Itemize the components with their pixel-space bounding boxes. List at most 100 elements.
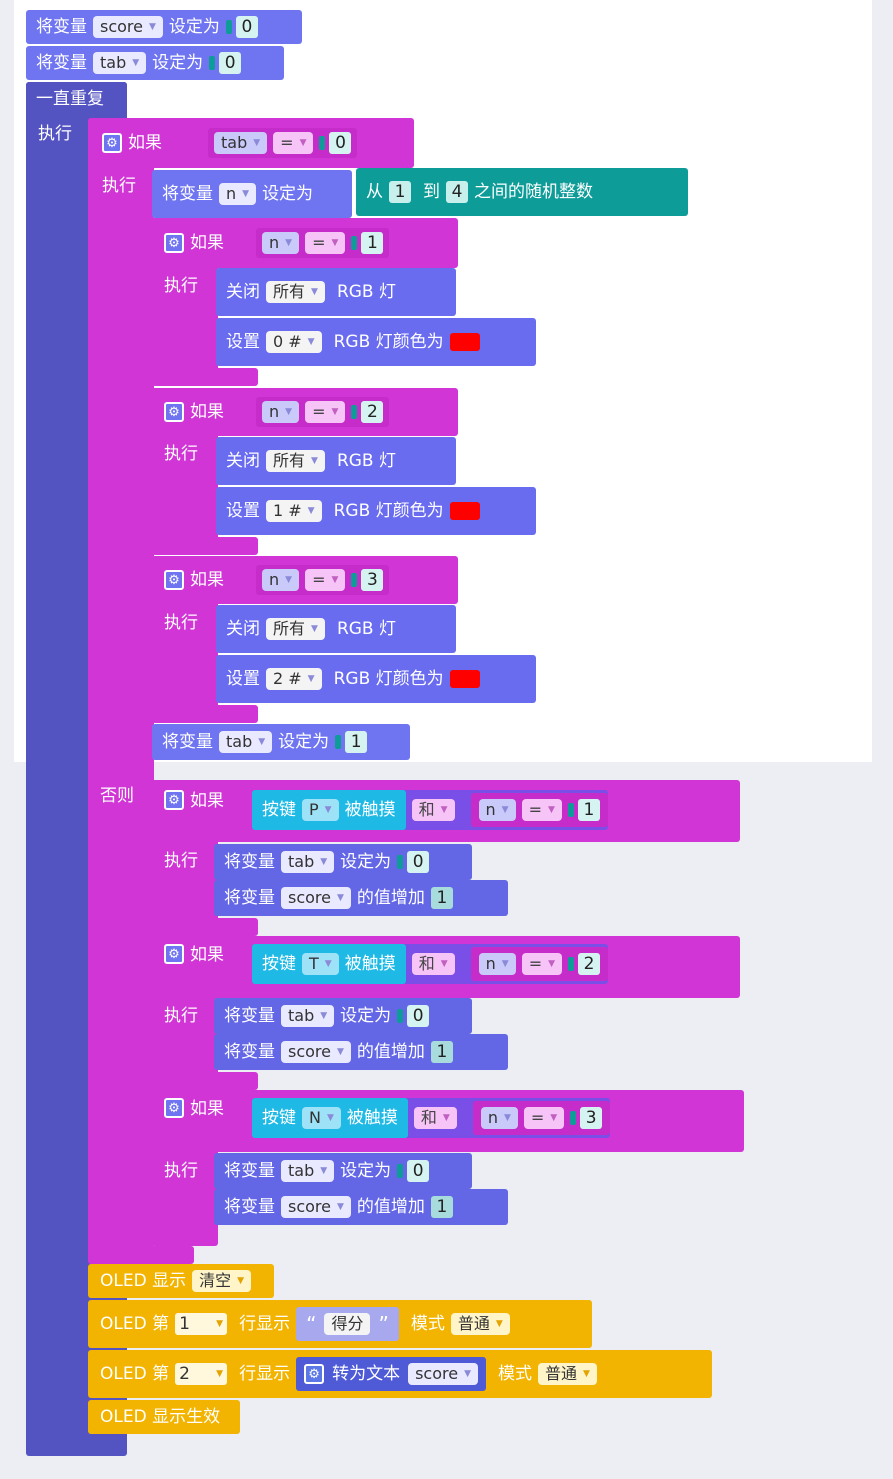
rgb-off-block[interactable]: 关闭 所有 ▼ RGB 灯 (216, 268, 456, 316)
variable-dropdown[interactable]: n ▼ (478, 953, 516, 975)
variable-dropdown[interactable]: tab ▼ (93, 52, 147, 74)
rgb-off-block[interactable]: 关闭 所有 ▼ RGB 灯 (216, 437, 456, 485)
increase-score-block[interactable]: 将变量 score ▼ 的值增加 1 (214, 880, 508, 916)
operator-dropdown[interactable]: = ▼ (523, 1107, 565, 1129)
if-header[interactable]: ⚙ 如果 n ▼ = ▼ 3 (152, 556, 458, 604)
button-touched-block[interactable]: 按键 T ▼ 被触摸 (252, 944, 406, 984)
logic-op-dropdown[interactable]: 和 ▼ (411, 953, 455, 975)
oled-mode-dropdown[interactable]: 普通 ▼ (538, 1363, 597, 1385)
button-touched-block[interactable]: 按键 N ▼ 被触摸 (252, 1098, 408, 1138)
set-tab-block[interactable]: 将变量 tab ▼ 设定为 0 (214, 998, 472, 1034)
compare-block[interactable]: n ▼ = ▼ 3 (256, 565, 390, 595)
variable-dropdown[interactable]: score ▼ (281, 1196, 351, 1218)
led-index-dropdown[interactable]: 1 # ▼ (266, 500, 322, 522)
number-input[interactable]: 3 (361, 569, 384, 591)
operator-dropdown[interactable]: = ▼ (305, 232, 346, 254)
text-block[interactable]: “ 得分 ” (296, 1307, 399, 1341)
to-text-block[interactable]: ⚙ 转为文本 score ▼ (296, 1357, 487, 1391)
max-input[interactable]: 4 (446, 181, 468, 203)
number-input[interactable]: 1 (361, 232, 384, 254)
operator-dropdown[interactable]: = ▼ (273, 132, 314, 154)
compare-block[interactable]: n ▼ = ▼ 3 (472, 1101, 611, 1135)
variable-dropdown[interactable]: n ▼ (262, 232, 300, 254)
variable-dropdown[interactable]: score ▼ (93, 16, 163, 38)
variable-dropdown[interactable]: score ▼ (281, 887, 351, 909)
variable-dropdown[interactable]: tab ▼ (281, 1160, 335, 1182)
number-input[interactable]: 0 (407, 1160, 430, 1182)
oled-apply-block[interactable]: OLED 显示生效 (88, 1400, 240, 1434)
gear-icon[interactable]: ⚙ (164, 570, 184, 590)
led-select-dropdown[interactable]: 所有 ▼ (266, 618, 325, 640)
compare-block[interactable]: n ▼ = ▼ 1 (470, 793, 608, 827)
color-swatch[interactable] (449, 670, 480, 688)
gear-icon[interactable]: ⚙ (164, 1098, 184, 1118)
led-index-dropdown[interactable]: 0 # ▼ (266, 331, 322, 353)
variable-dropdown[interactable]: n ▼ (219, 183, 257, 205)
oled-mode-dropdown[interactable]: 普通 ▼ (450, 1313, 510, 1335)
rgb-set-color-block[interactable]: 设置 1 # ▼ RGB 灯颜色为 (216, 487, 536, 535)
set-tab-block[interactable]: 将变量 tab ▼ 设定为 0 (214, 844, 472, 880)
and-block[interactable]: 按键 N ▼ 被触摸 和 ▼ n ▼ = ▼ 3 (252, 1098, 611, 1138)
variable-dropdown[interactable]: tab ▼ (219, 731, 273, 753)
variable-dropdown[interactable]: n ▼ (480, 1107, 518, 1129)
number-input[interactable]: 0 (407, 851, 430, 873)
number-input[interactable]: 0 (219, 52, 242, 74)
variable-dropdown[interactable]: n ▼ (262, 401, 300, 423)
oled-mode-dropdown[interactable]: 清空 ▼ (192, 1270, 252, 1292)
variable-dropdown[interactable]: score ▼ (281, 1041, 351, 1063)
logic-op-dropdown[interactable]: 和 ▼ (413, 1107, 457, 1129)
button-touched-block[interactable]: 按键 P ▼ 被触摸 (252, 790, 406, 830)
if-header[interactable]: ⚙ 如果 n ▼ = ▼ 1 (152, 218, 458, 268)
compare-block[interactable]: tab ▼ = ▼ 0 (208, 128, 358, 158)
gear-icon[interactable]: ⚙ (102, 133, 122, 153)
number-input[interactable]: 1 (430, 1196, 453, 1218)
led-select-dropdown[interactable]: 所有 ▼ (266, 450, 325, 472)
operator-dropdown[interactable]: = ▼ (521, 799, 562, 821)
key-dropdown[interactable]: N ▼ (302, 1107, 341, 1129)
operator-dropdown[interactable]: = ▼ (521, 953, 563, 975)
if-header[interactable]: ⚙ 如果 按键 T ▼ 被触摸 和 ▼ n ▼ = ▼ 2 (152, 936, 740, 998)
compare-block[interactable]: n ▼ = ▼ 2 (256, 397, 390, 427)
if-header[interactable]: ⚙ 如果 n ▼ = ▼ 2 (152, 388, 458, 436)
variable-dropdown[interactable]: tab ▼ (281, 851, 335, 873)
block-workspace[interactable]: 一直重复 执行 将变量 score ▼ 设定为 0 将变量 tab ▼ 设定为 0 … (0, 0, 893, 1479)
key-dropdown[interactable]: P ▼ (302, 799, 339, 821)
number-input[interactable]: 1 (345, 731, 368, 753)
and-block[interactable]: 按键 P ▼ 被触摸 和 ▼ n ▼ = ▼ 1 (252, 790, 608, 830)
gear-icon[interactable]: ⚙ (304, 1364, 325, 1384)
gear-icon[interactable]: ⚙ (164, 233, 184, 253)
oled-clear-block[interactable]: OLED 显示 清空 ▼ (88, 1264, 274, 1298)
increase-score-block[interactable]: 将变量 score ▼ 的值增加 1 (214, 1189, 508, 1225)
min-input[interactable]: 1 (389, 181, 411, 203)
variable-dropdown[interactable]: n ▼ (262, 569, 300, 591)
color-swatch[interactable] (449, 502, 480, 520)
variable-dropdown[interactable]: n ▼ (478, 799, 516, 821)
operator-dropdown[interactable]: = ▼ (305, 401, 346, 423)
if-main-header[interactable]: ⚙ 如果 tab ▼ = ▼ 0 (88, 118, 414, 168)
if-else-block[interactable] (88, 118, 154, 1260)
logic-op-dropdown[interactable]: 和 ▼ (411, 799, 455, 821)
gear-icon[interactable]: ⚙ (164, 402, 184, 422)
if-header[interactable]: ⚙ 如果 按键 N ▼ 被触摸 和 ▼ n ▼ = ▼ 3 (152, 1090, 744, 1152)
gear-icon[interactable]: ⚙ (164, 944, 184, 964)
number-input[interactable]: 1 (430, 1041, 453, 1063)
variable-dropdown[interactable]: tab ▼ (214, 132, 268, 154)
number-input[interactable]: 1 (577, 799, 600, 821)
set-tab-block[interactable]: 将变量 tab ▼ 设定为 0 (214, 1153, 472, 1189)
operator-dropdown[interactable]: = ▼ (305, 569, 346, 591)
forever-loop-header[interactable]: 一直重复 (26, 82, 127, 116)
variable-dropdown[interactable]: score ▼ (408, 1363, 479, 1385)
variable-dropdown[interactable]: tab ▼ (281, 1005, 335, 1027)
color-swatch[interactable] (449, 333, 480, 351)
number-input[interactable]: 0 (407, 1005, 430, 1027)
set-tab-block[interactable]: 将变量 tab ▼ 设定为 0 (26, 46, 284, 80)
set-n-block[interactable]: 将变量 n ▼ 设定为 (152, 170, 352, 218)
number-input[interactable]: 1 (430, 887, 453, 909)
increase-score-block[interactable]: 将变量 score ▼ 的值增加 1 (214, 1034, 508, 1070)
compare-block[interactable]: n ▼ = ▼ 1 (256, 228, 390, 258)
key-dropdown[interactable]: T ▼ (302, 953, 339, 975)
oled-line1-block[interactable]: OLED 第 1 ▼ 行显示 “ 得分 ” 模式 普通 ▼ (88, 1300, 592, 1348)
gear-icon[interactable]: ⚙ (164, 790, 184, 810)
number-input[interactable]: 2 (361, 401, 384, 423)
number-input[interactable]: 3 (580, 1107, 603, 1129)
